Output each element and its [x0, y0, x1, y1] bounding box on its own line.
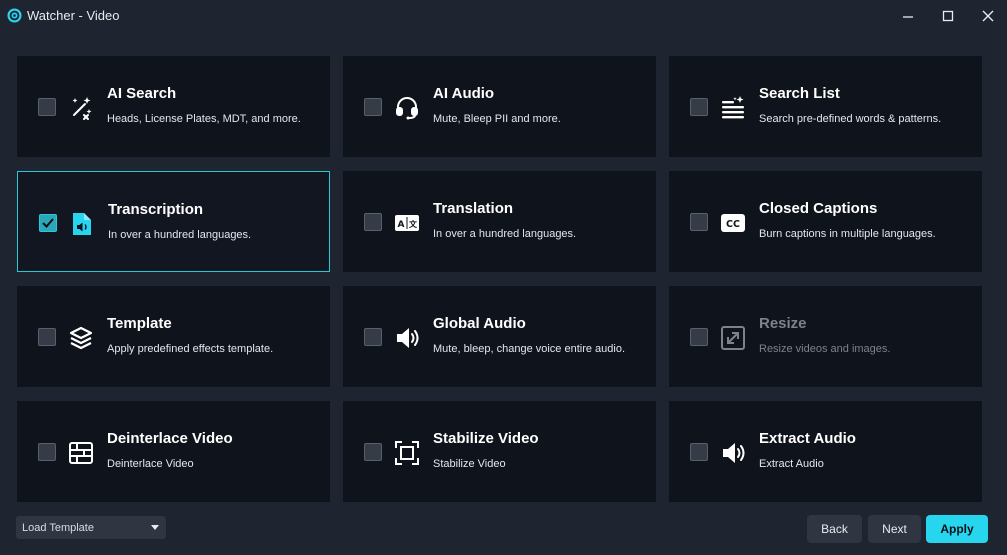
card-description: In over a hundred languages. — [433, 228, 577, 240]
card-description: Resize videos and images. — [759, 343, 891, 355]
checkbox-translation[interactable] — [364, 213, 382, 231]
card-closed-captions[interactable]: CC Closed Captions Burn captions in multip… — [669, 171, 982, 272]
maximize-button[interactable] — [938, 6, 958, 26]
checkbox-closed-captions[interactable] — [690, 213, 708, 231]
audio-file-icon — [68, 210, 96, 238]
card-global-audio[interactable]: Global Audio Mute, bleep, change voice en… — [343, 286, 656, 387]
card-title: Global Audio — [433, 315, 526, 332]
card-resize[interactable]: Resize Resize videos and images. — [669, 286, 982, 387]
card-description: Search pre-defined words & patterns. — [759, 113, 942, 125]
next-button[interactable]: Next — [868, 515, 921, 543]
checkbox-transcription[interactable] — [39, 214, 57, 232]
checkbox-template[interactable] — [38, 328, 56, 346]
checkbox-resize[interactable] — [690, 328, 708, 346]
checkbox-ai-audio[interactable] — [364, 98, 382, 116]
back-button[interactable]: Back — [807, 515, 862, 543]
checkmark-icon — [42, 218, 54, 228]
deinterlace-icon — [67, 439, 95, 467]
speaker-icon — [719, 439, 747, 467]
card-description: Stabilize Video — [433, 458, 506, 470]
checkbox-ai-search[interactable] — [38, 98, 56, 116]
checkbox-deinterlace-video[interactable] — [38, 443, 56, 461]
stabilize-icon — [393, 439, 421, 467]
card-title: Extract Audio — [759, 430, 856, 447]
card-description: Heads, License Plates, MDT, and more. — [107, 113, 301, 125]
card-description: Extract Audio — [759, 458, 824, 470]
card-ai-search[interactable]: AI Search Heads, License Plates, MDT, and… — [17, 56, 330, 157]
card-search-list[interactable]: Search List Search pre-defined words & pa… — [669, 56, 982, 157]
card-description: In over a hundred languages. — [108, 229, 252, 241]
card-title: Search List — [759, 85, 840, 102]
card-stabilize-video[interactable]: Stabilize Video Stabilize Video — [343, 401, 656, 502]
checkbox-extract-audio[interactable] — [690, 443, 708, 461]
card-translation[interactable]: A 文 Translation In over a hundred languages… — [343, 171, 656, 272]
svg-text:文: 文 — [409, 219, 418, 229]
card-description: Deinterlace Video — [107, 458, 194, 470]
card-description: Mute, Bleep PII and more. — [433, 113, 561, 125]
checkbox-global-audio[interactable] — [364, 328, 382, 346]
minimize-icon — [903, 16, 913, 18]
card-title: AI Search — [107, 85, 177, 102]
close-icon — [982, 10, 994, 22]
card-title: Transcription — [108, 201, 204, 218]
chevron-down-icon — [151, 525, 159, 530]
checkbox-stabilize-video[interactable] — [364, 443, 382, 461]
layers-icon — [67, 324, 95, 352]
card-title: Deinterlace Video — [107, 430, 233, 447]
card-description: Burn captions in multiple languages. — [759, 228, 936, 240]
magic-wand-icon — [67, 94, 95, 122]
card-title: Stabilize Video — [433, 430, 539, 447]
load-template-dropdown[interactable]: Load Template — [16, 516, 166, 539]
card-title: AI Audio — [433, 85, 495, 102]
card-template[interactable]: Template Apply predefined effects templat… — [17, 286, 330, 387]
card-title: Resize — [759, 315, 807, 332]
card-ai-audio[interactable]: AI Audio Mute, Bleep PII and more. — [343, 56, 656, 157]
minimize-button[interactable] — [898, 6, 918, 26]
card-extract-audio[interactable]: Extract Audio Extract Audio — [669, 401, 982, 502]
app-logo-icon — [7, 8, 22, 23]
svg-text:A: A — [398, 220, 405, 230]
headset-icon — [393, 94, 421, 122]
maximize-icon — [942, 10, 954, 22]
translate-icon: A文 — [393, 209, 421, 237]
card-title: Template — [107, 315, 172, 332]
card-description: Mute, bleep, change voice entire audio. — [433, 343, 626, 355]
card-title: Translation — [433, 200, 514, 217]
close-button[interactable] — [978, 6, 998, 26]
title-bar: Watcher - Video — [0, 0, 1007, 32]
sparkle-list-icon — [719, 94, 747, 122]
speaker-icon — [393, 324, 421, 352]
feature-grid: AI Search Heads, License Plates, MDT, and… — [17, 56, 982, 503]
card-title: Closed Captions — [759, 200, 878, 217]
apply-button[interactable]: Apply — [926, 515, 988, 543]
card-deinterlace-video[interactable]: Deinterlace Video Deinterlace Video — [17, 401, 330, 502]
load-template-value: Load Template — [22, 521, 94, 534]
cc-icon: CC — [719, 209, 747, 237]
checkbox-search-list[interactable] — [690, 98, 708, 116]
window-title: Watcher - Video — [27, 8, 120, 23]
svg-text:CC: CC — [726, 219, 740, 230]
card-description: Apply predefined effects template. — [107, 343, 274, 355]
card-transcription[interactable]: Transcription In over a hundred languages… — [17, 171, 330, 272]
resize-icon — [719, 324, 747, 352]
